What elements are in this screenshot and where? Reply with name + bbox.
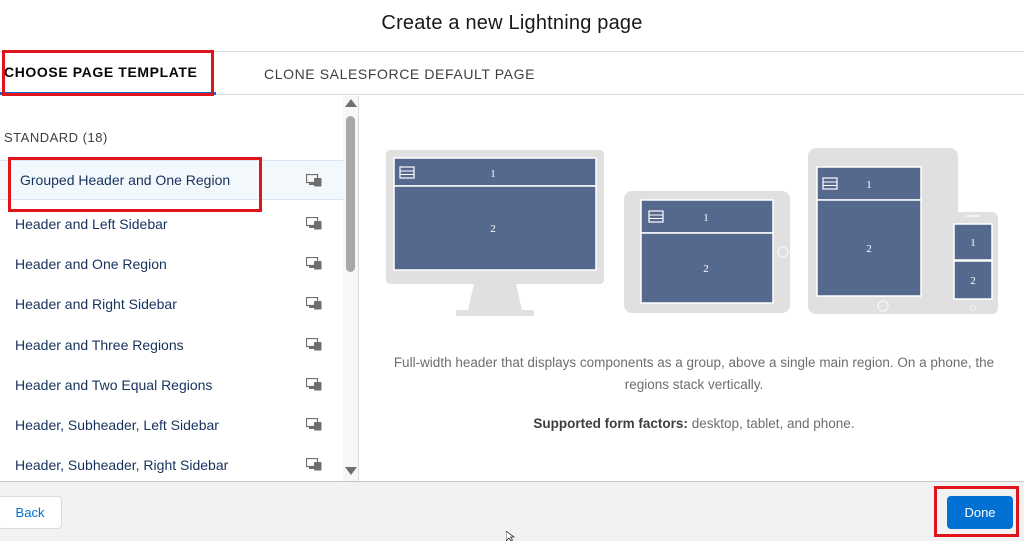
device-form-factor-icon xyxy=(306,338,322,351)
template-item-header-three-regions[interactable]: Header and Three Regions xyxy=(0,325,343,365)
template-item-header-subheader-right-sidebar[interactable]: Header, Subheader, Right Sidebar xyxy=(0,445,343,481)
device-form-factor-icon xyxy=(306,174,322,187)
tablet-landscape-preview: 1 2 xyxy=(624,191,790,313)
device-form-factor-icon xyxy=(306,217,322,230)
template-item-header-left-sidebar[interactable]: Header and Left Sidebar xyxy=(0,204,343,244)
device-form-factor-icon xyxy=(306,378,322,391)
form-factors-value: desktop, tablet, and phone. xyxy=(691,416,855,431)
template-preview: 1 2 1 2 1 2 1 2 Full-width header that d… xyxy=(360,96,1024,481)
tab-bar: CHOOSE PAGE TEMPLATE CLONE SALESFORCE DE… xyxy=(0,52,1024,95)
template-item-label: Grouped Header and One Region xyxy=(20,172,231,188)
template-item-label: Header and Three Regions xyxy=(15,337,184,353)
back-button[interactable]: Back xyxy=(0,496,62,529)
device-form-factor-icon xyxy=(306,257,322,270)
scroll-thumb[interactable] xyxy=(346,116,355,272)
device-preview-illustration: 1 2 1 2 1 2 1 2 xyxy=(386,148,998,316)
region-label-main: 2 xyxy=(970,275,976,287)
template-description: Full-width header that displays componen… xyxy=(393,355,995,392)
template-item-label: Header and Left Sidebar xyxy=(15,216,168,232)
template-item-header-two-equal-regions[interactable]: Header and Two Equal Regions xyxy=(0,365,343,405)
form-factors-label: Supported form factors: xyxy=(533,416,688,431)
template-item-header-subheader-left-sidebar[interactable]: Header, Subheader, Left Sidebar xyxy=(0,405,343,445)
region-label-header: 1 xyxy=(866,179,872,191)
scroll-up-arrow-icon[interactable] xyxy=(345,99,357,107)
template-item-label: Header, Subheader, Right Sidebar xyxy=(15,457,229,473)
template-item-label: Header and One Region xyxy=(15,256,167,272)
device-form-factor-icon xyxy=(306,418,322,431)
modal-title: Create a new Lightning page xyxy=(381,12,643,34)
mouse-cursor-icon xyxy=(506,531,516,541)
scroll-down-arrow-icon[interactable] xyxy=(345,467,357,475)
modal-header: Create a new Lightning page xyxy=(0,0,1024,52)
template-item-label: Header and Two Equal Regions xyxy=(15,377,213,393)
phone-preview: 1 2 xyxy=(948,212,998,314)
tab-clone-salesforce-default-page[interactable]: CLONE SALESFORCE DEFAULT PAGE xyxy=(264,52,554,95)
region-label-main: 2 xyxy=(866,243,872,255)
region-label-main: 2 xyxy=(703,263,709,275)
template-item-header-right-sidebar[interactable]: Header and Right Sidebar xyxy=(0,284,343,324)
region-label-main: 2 xyxy=(490,223,496,235)
region-label-header: 1 xyxy=(703,212,709,224)
tablet-portrait-preview: 1 2 xyxy=(808,148,958,314)
template-list: Grouped Header and One Region Header and… xyxy=(0,96,343,481)
device-form-factor-icon xyxy=(306,458,322,471)
region-label-header: 1 xyxy=(490,168,496,180)
template-item-header-one-region[interactable]: Header and One Region xyxy=(0,244,343,284)
template-list-scrollbar[interactable] xyxy=(343,96,359,481)
template-item-grouped-header-one-region[interactable]: Grouped Header and One Region xyxy=(0,160,343,200)
tab-choose-page-template[interactable]: CHOOSE PAGE TEMPLATE xyxy=(0,52,216,95)
desktop-preview: 1 2 xyxy=(386,150,604,316)
done-button[interactable]: Done xyxy=(947,496,1013,529)
template-item-label: Header and Right Sidebar xyxy=(15,296,177,312)
template-item-label: Header, Subheader, Left Sidebar xyxy=(15,417,219,433)
region-label-header: 1 xyxy=(970,237,976,249)
device-form-factor-icon xyxy=(306,297,322,310)
supported-form-factors: Supported form factors: desktop, tablet,… xyxy=(384,416,1004,431)
